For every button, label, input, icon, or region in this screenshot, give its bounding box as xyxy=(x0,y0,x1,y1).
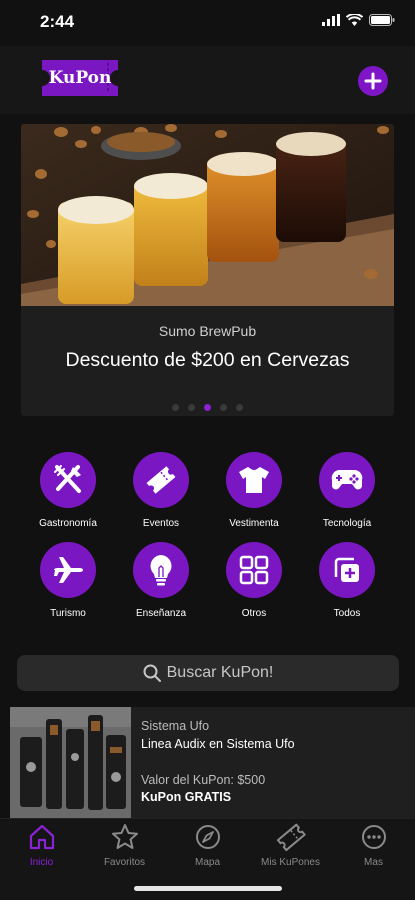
carousel-dot[interactable] xyxy=(172,404,179,411)
category-eventos[interactable]: Eventos xyxy=(116,452,206,529)
tab-label: Mapa xyxy=(194,857,220,868)
category-label: Todos xyxy=(333,608,361,619)
banner-title: Descuento de $200 en Cervezas xyxy=(65,349,350,371)
status-bar: 2:44 xyxy=(0,0,415,46)
add-button[interactable] xyxy=(358,66,388,96)
tab-inicio[interactable]: Inicio xyxy=(0,819,83,875)
grid-icon xyxy=(239,555,269,585)
wifi-icon xyxy=(346,14,363,26)
tab-label: Inicio xyxy=(29,857,54,868)
category-tecnologia[interactable]: Tecnología xyxy=(302,452,392,529)
tab-mis-kupones[interactable]: Mis KuPones xyxy=(249,819,332,875)
battery-icon xyxy=(369,14,395,26)
category-todos[interactable]: Todos xyxy=(302,542,392,619)
plus-icon xyxy=(364,72,382,90)
compass-icon xyxy=(195,825,220,849)
deal-card[interactable]: Sistema Ufo Linea Audix en Sistema Ufo V… xyxy=(10,707,415,819)
category-label: Eventos xyxy=(142,518,180,529)
category-label: Otros xyxy=(241,608,267,619)
star-icon xyxy=(111,824,138,849)
more-icon xyxy=(361,825,386,849)
category-gastronomia[interactable]: Gastronomía xyxy=(23,452,113,529)
category-label: Tecnología xyxy=(322,518,372,529)
deal-title: Linea Audix en Sistema Ufo xyxy=(141,737,295,751)
deal-value: Valor del KuPon: $500 xyxy=(141,773,266,787)
category-vestimenta[interactable]: Vestimenta xyxy=(209,452,299,529)
carousel-dot[interactable] xyxy=(188,404,195,411)
tab-mas[interactable]: Mas xyxy=(332,819,415,875)
ticket-icon xyxy=(146,466,176,494)
category-ensenanza[interactable]: Enseñanza xyxy=(116,542,206,619)
tab-label: Mas xyxy=(364,857,383,868)
tab-label: Favoritos xyxy=(103,857,146,868)
banner-store-name: Sumo BrewPub xyxy=(158,323,257,339)
signal-icon xyxy=(322,14,340,26)
app-header: KuPon xyxy=(0,46,415,114)
status-time: 2:44 xyxy=(40,12,75,31)
tab-label: Mis KuPones xyxy=(261,857,320,868)
category-label: Enseñanza xyxy=(135,608,187,619)
search-bar[interactable]: Buscar KuPon! xyxy=(17,655,399,691)
carousel-dot[interactable] xyxy=(236,404,243,411)
stack-add-icon xyxy=(334,557,359,582)
tab-mapa[interactable]: Mapa xyxy=(166,819,249,875)
category-label: Turismo xyxy=(50,608,86,619)
search-placeholder: Buscar KuPon! xyxy=(166,664,274,681)
logo-text: KuPon xyxy=(48,68,112,88)
beer-flight-photo xyxy=(21,124,394,306)
category-label: Gastronomía xyxy=(39,518,97,529)
lightbulb-icon xyxy=(150,555,172,586)
home-icon xyxy=(29,824,54,850)
utensils-icon xyxy=(54,465,81,493)
featured-banner[interactable]: Sumo BrewPub Descuento de $200 en Cervez… xyxy=(21,124,394,416)
category-turismo[interactable]: Turismo xyxy=(23,542,113,619)
kupon-logo: KuPon xyxy=(38,58,122,98)
deal-store: Sistema Ufo xyxy=(141,719,210,733)
category-label: Vestimenta xyxy=(229,518,279,529)
status-icons xyxy=(322,14,395,26)
deal-image xyxy=(10,707,131,819)
category-otros[interactable]: Otros xyxy=(209,542,299,619)
tab-favoritos[interactable]: Favoritos xyxy=(83,819,166,875)
deal-price: KuPon GRATIS xyxy=(141,790,232,804)
carousel-dot-active[interactable] xyxy=(204,404,211,411)
airplane-icon xyxy=(54,557,83,583)
search-icon xyxy=(143,664,161,682)
home-indicator xyxy=(134,886,282,891)
gamepad-icon xyxy=(331,470,363,490)
carousel-dot[interactable] xyxy=(220,404,227,411)
tshirt-icon xyxy=(239,467,269,493)
ticket-icon xyxy=(276,823,306,852)
carousel-dots xyxy=(21,404,394,411)
